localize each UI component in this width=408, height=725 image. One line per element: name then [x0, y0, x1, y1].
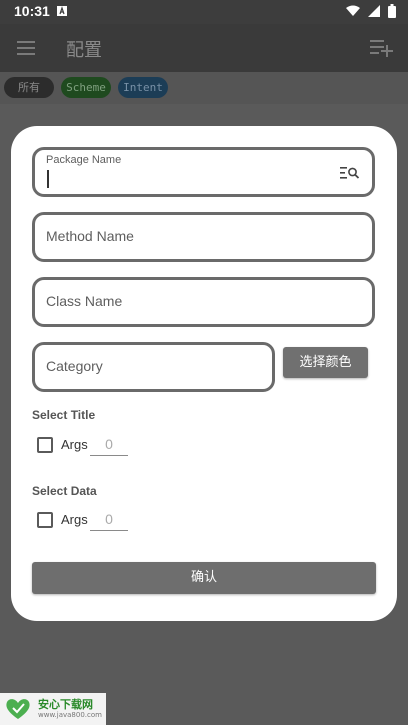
battery-icon [388, 4, 396, 18]
filter-chips: 所有 Scheme Intent [0, 72, 408, 104]
category-field[interactable]: Category [32, 342, 275, 392]
class-name-label: Class Name [46, 293, 123, 309]
category-label: Category [46, 358, 103, 374]
watermark-logo-icon [6, 699, 30, 719]
class-name-field[interactable]: Class Name [32, 277, 375, 327]
wifi-icon [346, 5, 360, 16]
title-args-checkbox[interactable] [37, 437, 53, 453]
choose-color-button[interactable]: 选择颜色 [283, 347, 368, 378]
app-bar: 配置 [0, 24, 408, 72]
chip-scheme[interactable]: Scheme [61, 77, 111, 98]
status-bar: 10:31 [0, 0, 408, 24]
select-title-heading: Select Title [32, 408, 96, 422]
text-cursor [47, 170, 49, 188]
page-title: 配置 [66, 40, 102, 61]
notification-icon [57, 6, 67, 16]
method-name-field[interactable]: Method Name [32, 212, 375, 262]
select-data-heading: Select Data [32, 484, 97, 498]
data-args-checkbox[interactable] [37, 512, 53, 528]
config-dialog: Package Name Method Name Class Name Cate… [11, 126, 397, 621]
package-name-field[interactable]: Package Name [32, 147, 375, 197]
signal-icon [368, 5, 380, 17]
method-name-label: Method Name [46, 228, 134, 244]
watermark: 安心下载网 www.java800.com [0, 693, 106, 725]
search-list-icon[interactable] [340, 164, 360, 182]
chip-intent[interactable]: Intent [118, 77, 168, 98]
status-time: 10:31 [14, 3, 50, 19]
system-icons [346, 4, 396, 18]
menu-icon[interactable] [16, 38, 36, 58]
title-args-label: Args [61, 437, 88, 452]
watermark-brand: 安心下载网 [38, 698, 93, 711]
title-args-input[interactable]: 0 [90, 432, 128, 456]
watermark-url: www.java800.com [38, 711, 102, 719]
package-name-label: Package Name [46, 154, 122, 166]
playlist-add-icon[interactable] [370, 38, 394, 58]
confirm-button[interactable]: 确认 [32, 562, 376, 594]
chip-all[interactable]: 所有 [4, 77, 54, 98]
data-args-label: Args [61, 512, 88, 527]
data-args-input[interactable]: 0 [90, 507, 128, 531]
